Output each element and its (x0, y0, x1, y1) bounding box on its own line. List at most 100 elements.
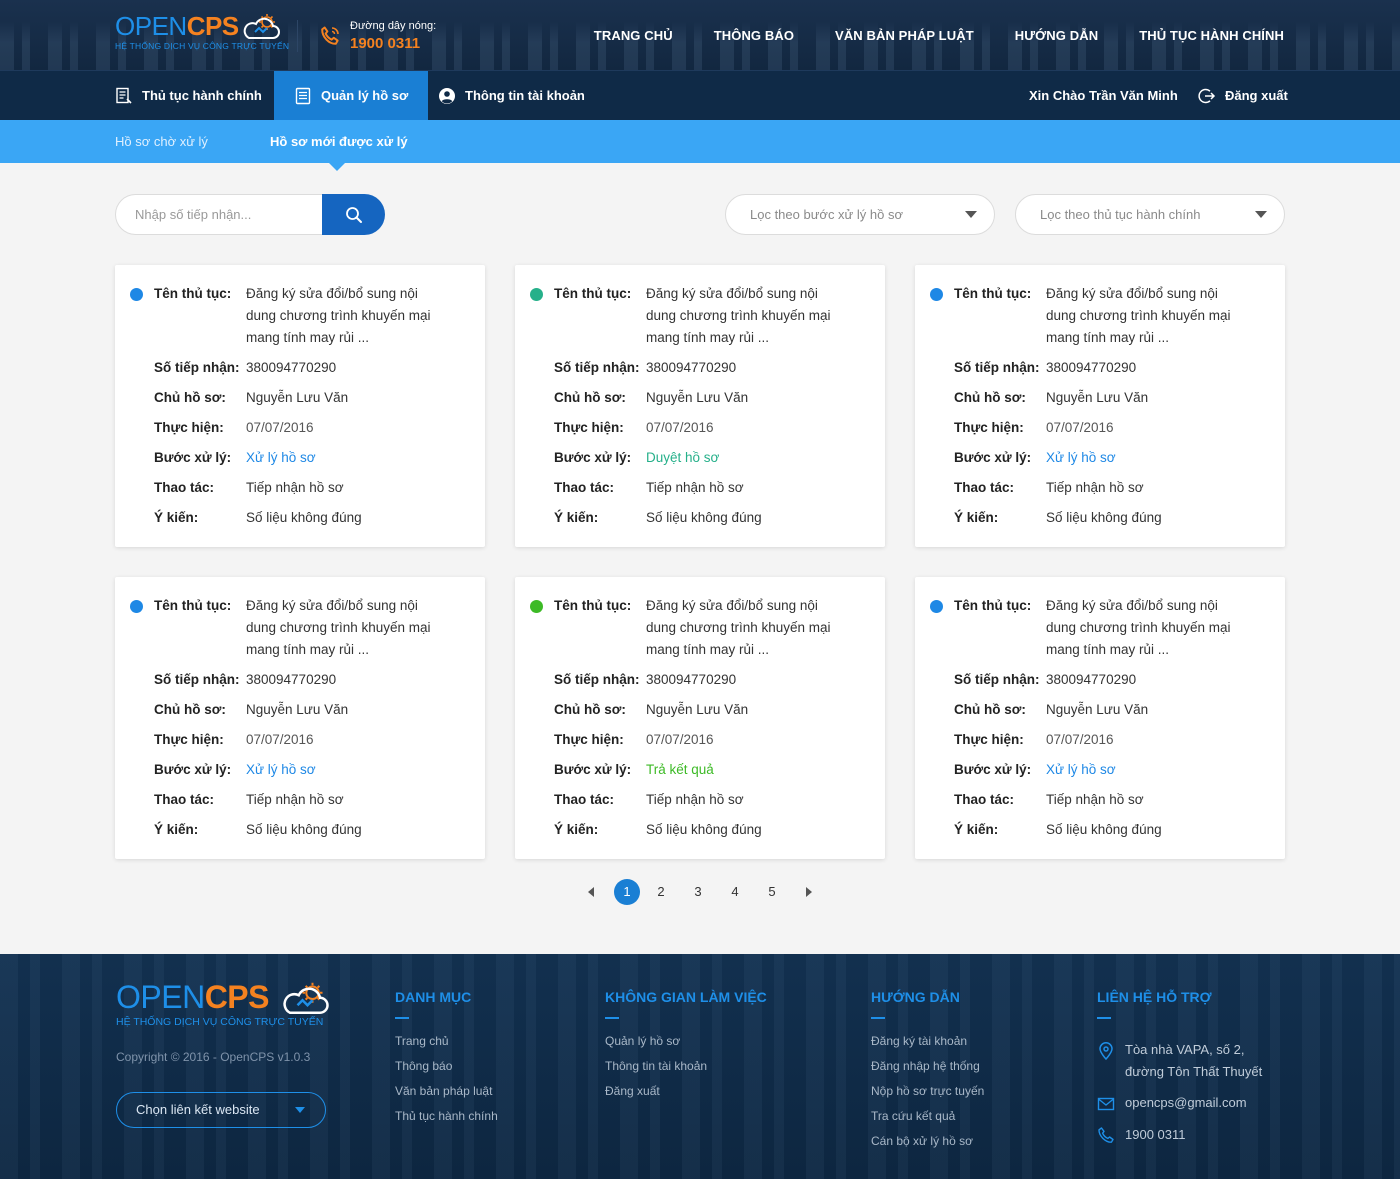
field-label: Tên thủ tục: (154, 286, 232, 301)
website-link-label: Chọn liên kết website (136, 1102, 260, 1117)
page-2[interactable]: 2 (648, 879, 674, 905)
website-link-select[interactable]: Chọn liên kết website (116, 1092, 326, 1128)
field-value: 380094770290 (1046, 672, 1137, 687)
record-tabs: Hồ sơ chờ xử lý Hồ sơ mới được xử lý (0, 120, 1400, 171)
page-1[interactable]: 1 (614, 879, 640, 905)
field-value: Nguyễn Lưu Văn (246, 702, 349, 717)
record-card[interactable]: Tên thủ tục: Đăng ký sửa đổi/bổ sung nội … (515, 577, 885, 859)
nav-thu-tuc-hanh-chinh[interactable]: THỦ TỤC HÀNH CHÍNH (1139, 28, 1284, 43)
footer-link[interactable]: Trang chủ (395, 1029, 498, 1054)
nav-huong-dan[interactable]: HƯỚNG DẪN (1015, 28, 1098, 43)
opencps-logo[interactable]: OPENCPS HỆ THỐNG DỊCH VỤ CÔNG TRỰC TUYẾN (115, 11, 290, 60)
field-value: 07/07/2016 (246, 732, 314, 747)
logout-button[interactable]: Đăng xuất (1198, 71, 1288, 120)
next-page-icon[interactable] (806, 887, 812, 897)
page-3[interactable]: 3 (685, 879, 711, 905)
footer-link[interactable]: Văn bản pháp luật (395, 1079, 498, 1104)
field-label: Chủ hồ sơ: (554, 390, 626, 405)
active-tab-caret (329, 163, 345, 171)
field-value: Đăng ký sửa đổi/bổ sung nội dung chương … (1046, 286, 1231, 345)
title-underline (1097, 1017, 1111, 1019)
footer-link[interactable]: Quản lý hồ sơ (605, 1029, 767, 1054)
copyright-text: Copyright © 2016 - OpenCPS v1.0.3 (116, 1050, 311, 1064)
footer: OPENCPS HỆ THỐNG DỊCH VỤ CÔNG TRỰC TUYẾN… (0, 954, 1400, 1179)
footer-logo[interactable]: OPENCPS HỆ THỐNG DỊCH VỤ CÔNG TRỰC TUYẾN (116, 980, 331, 1036)
field-value[interactable]: Xử lý hồ sơ (246, 447, 451, 469)
record-card[interactable]: Tên thủ tục: Đăng ký sửa đổi/bổ sung nội … (915, 577, 1285, 859)
footer-link[interactable]: Thủ tục hành chính (395, 1104, 498, 1129)
nav-van-ban-phap-luat[interactable]: VĂN BẢN PHÁP LUẬT (835, 28, 974, 43)
record-card[interactable]: Tên thủ tục: Đăng ký sửa đổi/bổ sung nội … (115, 265, 485, 547)
footer-link[interactable]: Thông tin tài khoản (605, 1054, 767, 1079)
user-circle-icon (439, 87, 455, 104)
nav-thong-bao[interactable]: THÔNG BÁO (714, 28, 794, 43)
filter-step-select[interactable]: Lọc theo bước xử lý hồ sơ (725, 194, 995, 235)
footer-link[interactable]: Nộp hồ sơ trực tuyến (871, 1079, 984, 1104)
field-value: 07/07/2016 (646, 732, 714, 747)
subnav-item-quan-ly-ho-so[interactable]: Quản lý hồ sơ (274, 71, 429, 120)
mail-icon (1097, 1097, 1115, 1111)
chevron-down-icon (965, 211, 977, 218)
footer-link[interactable]: Tra cứu kết quả (871, 1104, 984, 1129)
logo-cps-text: CPS (186, 11, 239, 41)
footer-link[interactable]: Cán bộ xử lý hồ sơ (871, 1129, 984, 1154)
tab-ho-so-moi-duoc-xu-ly[interactable]: Hồ sơ mới được xử lý (270, 120, 408, 163)
field-value[interactable]: Xử lý hồ sơ (246, 759, 451, 781)
field-label: Chủ hồ sơ: (554, 702, 626, 717)
tab-ho-so-cho-xu-ly[interactable]: Hồ sơ chờ xử lý (115, 120, 208, 163)
prev-page-icon[interactable] (588, 887, 594, 897)
search-button[interactable] (322, 194, 385, 235)
search-input[interactable] (115, 194, 345, 235)
field-value: Số liệu không đúng (246, 822, 362, 837)
field-label: Ý kiến: (954, 510, 999, 525)
field-value: 07/07/2016 (1046, 732, 1114, 747)
subnav-item-thu-tuc[interactable]: Thủ tục hành chính (115, 71, 262, 120)
record-card[interactable]: Tên thủ tục: Đăng ký sửa đổi/bổ sung nội … (115, 577, 485, 859)
phone-icon (321, 26, 339, 45)
field-value[interactable]: Xử lý hồ sơ (1046, 447, 1251, 469)
field-value: Tiếp nhận hồ sơ (646, 480, 744, 495)
status-dot (530, 288, 543, 301)
field-value: Tiếp nhận hồ sơ (246, 480, 344, 495)
logout-icon (1198, 88, 1216, 103)
field-label: Tên thủ tục: (954, 598, 1032, 613)
address-line-1: Tòa nhà VAPA, số 2, (1125, 1042, 1245, 1057)
subnav-item-tai-khoan[interactable]: Thông tin tài khoản (438, 71, 585, 120)
field-value: Tiếp nhận hồ sơ (246, 792, 344, 807)
page-5[interactable]: 5 (759, 879, 785, 905)
field-label: Bước xử lý: (954, 762, 1032, 777)
field-label: Ý kiến: (554, 822, 599, 837)
field-value[interactable]: Trả kết quả (646, 759, 851, 781)
user-greeting: Xin Chào Trần Văn Minh (1029, 71, 1178, 120)
footer-link[interactable]: Thông báo (395, 1054, 498, 1079)
field-value: Tiếp nhận hồ sơ (1046, 792, 1144, 807)
logo-tagline: HỆ THỐNG DỊCH VỤ CÔNG TRỰC TUYẾN (115, 41, 290, 51)
record-card[interactable]: Tên thủ tục: Đăng ký sửa đổi/bổ sung nội … (515, 265, 885, 547)
page-4[interactable]: 4 (722, 879, 748, 905)
footer-link[interactable]: Đăng xuất (605, 1079, 767, 1104)
field-label: Tên thủ tục: (154, 598, 232, 613)
header-divider (297, 20, 298, 52)
field-label: Ý kiến: (154, 822, 199, 837)
status-dot (530, 600, 543, 613)
phone-icon (1098, 1127, 1114, 1143)
footer-link[interactable]: Đăng ký tài khoản (871, 1029, 984, 1054)
field-value[interactable]: Xử lý hồ sơ (1046, 759, 1251, 781)
field-value: Đăng ký sửa đổi/bổ sung nội dung chương … (646, 286, 831, 345)
nav-trang-chu[interactable]: TRANG CHỦ (594, 28, 673, 43)
logo-open-text: OPEN (115, 11, 187, 41)
footer-link[interactable]: Đăng nhập hệ thống (871, 1054, 984, 1079)
field-value: Đăng ký sửa đổi/bổ sung nội dung chương … (646, 598, 831, 657)
filter-procedure-select[interactable]: Lọc theo thủ tục hành chính (1015, 194, 1285, 235)
main-nav: TRANG CHỦ THÔNG BÁO VĂN BẢN PHÁP LUẬT HƯ… (594, 0, 1284, 70)
title-underline (871, 1017, 885, 1019)
field-label: Thực hiện: (154, 420, 224, 435)
field-label: Ý kiến: (154, 510, 199, 525)
field-value[interactable]: Duyệt hồ sơ (646, 447, 851, 469)
field-value: 380094770290 (246, 360, 337, 375)
title-underline (395, 1017, 409, 1019)
field-value: Số liệu không đúng (646, 510, 762, 525)
field-label: Bước xử lý: (154, 450, 232, 465)
record-card[interactable]: Tên thủ tục: Đăng ký sửa đổi/bổ sung nội … (915, 265, 1285, 547)
field-label: Thao tác: (954, 480, 1015, 495)
